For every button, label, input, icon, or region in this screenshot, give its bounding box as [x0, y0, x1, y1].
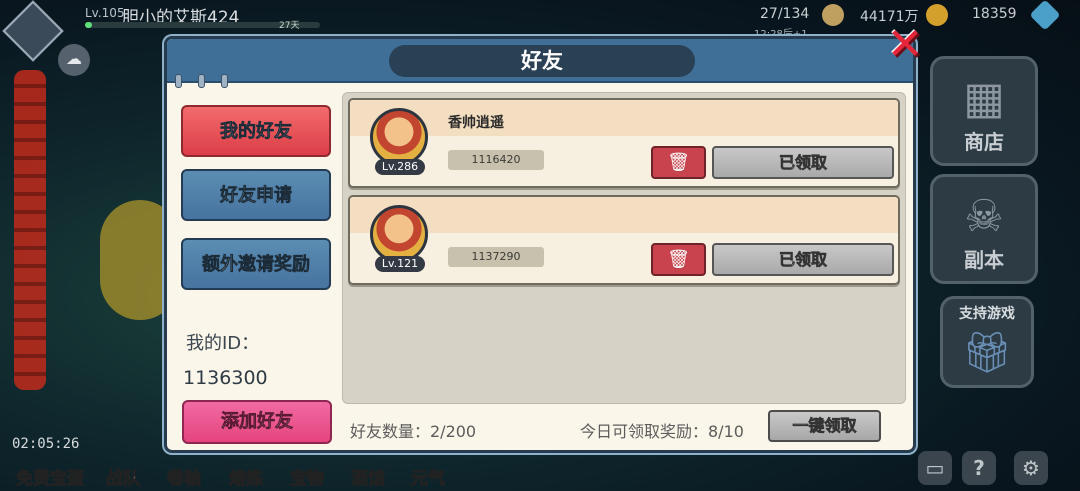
card-icon[interactable]: ▭ — [918, 451, 952, 485]
dungeon-label: 副本 — [964, 248, 1004, 272]
delete-friend-button[interactable]: 🗑︎ — [651, 243, 706, 276]
nav-smelt[interactable]: 熔炼 — [229, 464, 264, 490]
demon-icon: ☠ — [964, 191, 1004, 242]
support-label: 支持游戏 — [959, 306, 1015, 322]
gift-icon: 🎁︎ — [961, 330, 1013, 376]
tab-friend-requests[interactable]: 好友申请 — [181, 169, 331, 221]
dialog-title: 好友 — [389, 45, 695, 77]
friends-dialog: 好友 ✕ 我的好友 好友申请 额外邀请奖励 我的ID： 1136300 添加好友… — [164, 23, 923, 453]
firecracker-decoration — [14, 70, 46, 390]
friend-name: 香帅逍遥 — [448, 115, 504, 131]
energy-value: 27/134 — [760, 6, 810, 22]
shop-label: 商店 — [964, 130, 1004, 154]
friend-id: 1116420 — [448, 150, 544, 170]
card-header-band — [350, 100, 898, 136]
gem-icon[interactable] — [1029, 0, 1061, 31]
player-level: Lv.105 — [85, 6, 125, 20]
tab-invite-rewards[interactable]: 额外邀请奖励 — [181, 238, 331, 290]
tab-my-friends[interactable]: 我的好友 — [181, 105, 331, 157]
friend-level: Lv.286 — [375, 159, 425, 175]
friend-list-item: Lv.286 香帅逍遥 1116420 🗑︎ 已领取 — [348, 98, 900, 188]
delete-friend-button[interactable]: 🗑︎ — [651, 146, 706, 179]
one-click-claim-button[interactable]: 一键领取 — [768, 410, 881, 442]
dialog-header: 好友 — [167, 39, 913, 83]
add-friend-button[interactable]: 添加好友 — [182, 400, 332, 444]
gem-value: 18359 — [972, 6, 1017, 22]
friend-list-item: Lv.121 1137290 🗑︎ 已领取 — [348, 195, 900, 285]
friend-id: 1137290 — [448, 247, 544, 267]
close-icon[interactable]: ✕ — [885, 23, 925, 67]
shop-icon: ▦ — [963, 73, 1005, 124]
header-dots-decoration — [175, 73, 244, 92]
nav-free-egg[interactable]: 免费宝蛋 — [16, 464, 85, 490]
free-egg-timer: 02:05:26 — [12, 436, 80, 452]
friend-level: Lv.121 — [375, 256, 425, 272]
dungeon-button[interactable]: ☠ 副本 — [930, 174, 1038, 284]
settings-gear-icon[interactable]: ⚙ — [1014, 451, 1048, 485]
friend-count: 好友数量：2/200 — [350, 422, 477, 441]
daily-reward-count: 今日可领取奖励：8/10 — [580, 422, 744, 441]
energy-add-icon[interactable] — [822, 4, 844, 26]
trash-icon: 🗑︎ — [667, 249, 690, 270]
nav-vitality[interactable]: 元气 — [411, 464, 446, 490]
friend-list[interactable]: Lv.286 香帅逍遥 1116420 🗑︎ 已领取 Lv.121 113729… — [342, 92, 906, 404]
shop-button[interactable]: ▦ 商店 — [930, 56, 1038, 166]
claimed-button[interactable]: 已领取 — [712, 146, 894, 179]
gold-coin-icon[interactable] — [926, 4, 948, 26]
exp-bar-fill — [85, 22, 93, 28]
nav-treasure[interactable]: 宝物 — [290, 464, 325, 490]
friend-avatar[interactable] — [370, 205, 428, 263]
nav-tavern[interactable]: 酒馆 — [351, 464, 386, 490]
nav-scroll[interactable]: 卷轴 — [167, 464, 202, 490]
friend-avatar[interactable] — [370, 108, 428, 166]
my-id-label: 我的ID： — [186, 333, 260, 354]
claimed-button[interactable]: 已领取 — [712, 243, 894, 276]
help-icon[interactable]: ? — [962, 451, 996, 485]
card-header-band — [350, 197, 898, 233]
cloud-icon[interactable]: ☁ — [58, 44, 90, 76]
nav-team[interactable]: 战队 — [106, 464, 141, 490]
support-button[interactable]: 支持游戏 🎁︎ — [940, 296, 1034, 388]
trash-icon: 🗑︎ — [667, 152, 690, 173]
days-badge: 27天 — [279, 21, 300, 31]
my-id-value: 1136300 — [183, 367, 268, 389]
